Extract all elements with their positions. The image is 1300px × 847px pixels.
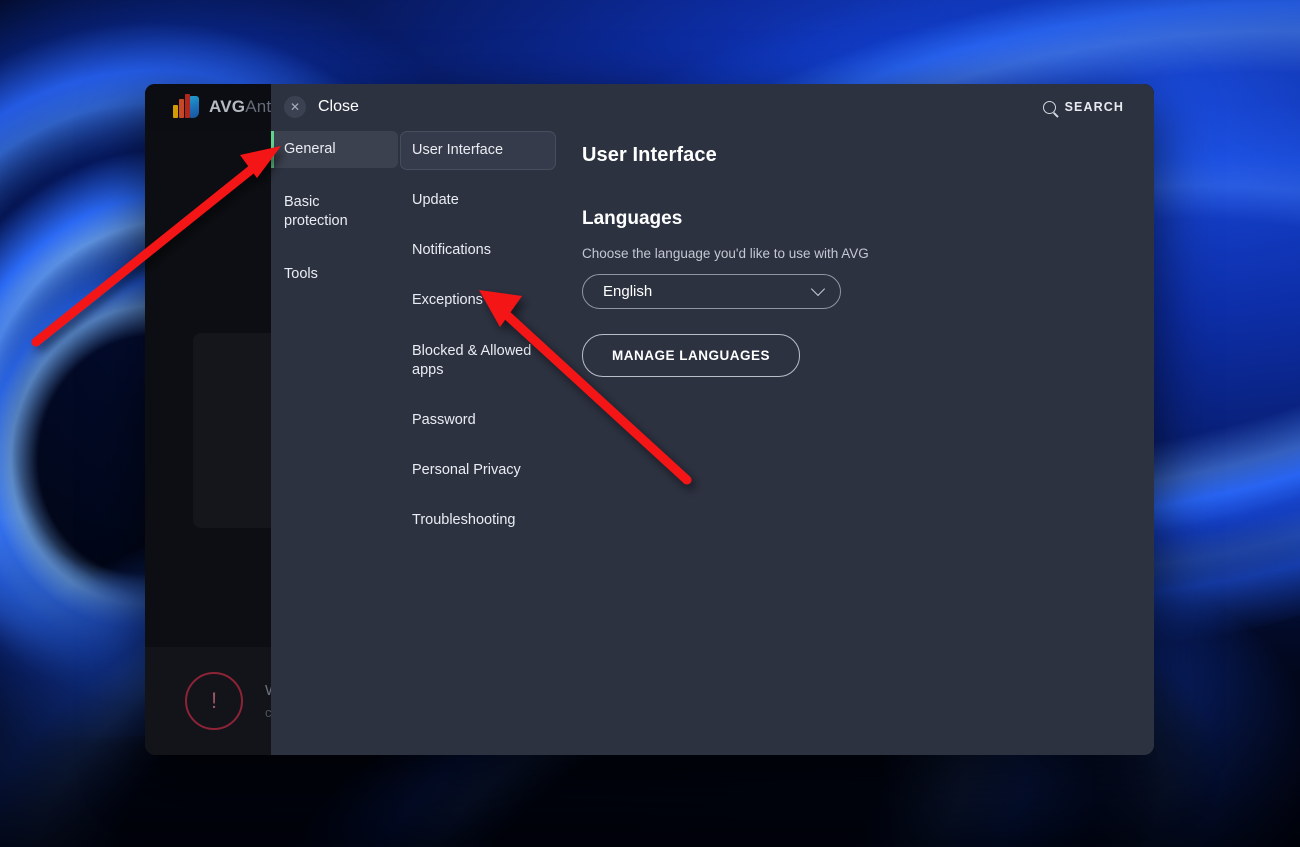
settings-overlay: ✕ Close SEARCH General Basic protection	[271, 84, 1154, 755]
close-icon[interactable]: ✕	[284, 96, 306, 118]
exclamation-circle-icon: !	[185, 672, 243, 730]
subnav-item-label: Exceptions	[412, 292, 483, 309]
manage-languages-label: MANAGE LANGUAGES	[612, 348, 771, 363]
sidebar-item-tools[interactable]: Tools	[271, 256, 398, 293]
subnav-item-troubleshooting[interactable]: Troubleshooting	[400, 501, 556, 540]
sidebar-item-basic-protection[interactable]: Basic protection	[271, 184, 398, 240]
subnav-item-notifications[interactable]: Notifications	[400, 231, 556, 270]
section-title-languages: Languages	[582, 208, 683, 229]
close-button[interactable]: ✕ Close	[284, 96, 359, 118]
subnav-item-exceptions[interactable]: Exceptions	[400, 281, 556, 320]
subnav-item-user-interface[interactable]: User Interface	[400, 131, 556, 171]
sidebar-item-label: General	[284, 141, 336, 157]
chevron-down-icon	[810, 281, 826, 296]
screen: AVGAnti Com Prote YOU'R Last upda	[0, 0, 1300, 847]
sidebar-item-general[interactable]: General	[271, 131, 398, 168]
search-icon	[1042, 100, 1056, 114]
app-title-brand: AVG	[209, 97, 246, 116]
subnav-item-label: Blocked & Allowed apps	[412, 342, 532, 378]
subnav-item-label: User Interface	[412, 142, 504, 158]
sidebar-item-label: Tools	[284, 265, 318, 282]
sidebar-item-label: Basic protection	[284, 193, 348, 229]
language-select-value: English	[603, 283, 653, 300]
subnav-item-password[interactable]: Password	[400, 401, 556, 440]
settings-header: ✕ Close SEARCH	[271, 84, 1154, 130]
settings-primary-nav: General Basic protection Tools	[271, 131, 398, 292]
avg-logo	[173, 94, 199, 120]
subnav-item-label: Update	[412, 192, 459, 209]
subnav-item-update[interactable]: Update	[400, 181, 556, 220]
search-label: SEARCH	[1064, 100, 1124, 114]
search-button[interactable]: SEARCH	[1042, 100, 1124, 114]
avg-application-window: AVGAnti Com Prote YOU'R Last upda	[145, 84, 1154, 755]
subnav-item-label: Personal Privacy	[412, 461, 521, 478]
page-title: User Interface	[582, 144, 717, 166]
subnav-item-label: Password	[412, 411, 476, 428]
language-select[interactable]: English	[582, 274, 841, 309]
subnav-item-label: Troubleshooting	[412, 512, 516, 528]
manage-languages-button[interactable]: MANAGE LANGUAGES	[582, 334, 801, 377]
settings-secondary-nav: User Interface Update Notifications Exce…	[400, 131, 556, 551]
app-title: AVGAnti	[209, 97, 275, 117]
settings-content-pane: User Interface Languages Choose the lang…	[582, 144, 1114, 377]
subnav-item-personal-privacy[interactable]: Personal Privacy	[400, 451, 556, 490]
subnav-item-blocked-allowed-apps[interactable]: Blocked & Allowed apps	[400, 332, 556, 390]
subnav-item-label: Notifications	[412, 242, 491, 259]
close-label: Close	[318, 98, 359, 115]
language-description: Choose the language you'd like to use wi…	[582, 246, 869, 261]
